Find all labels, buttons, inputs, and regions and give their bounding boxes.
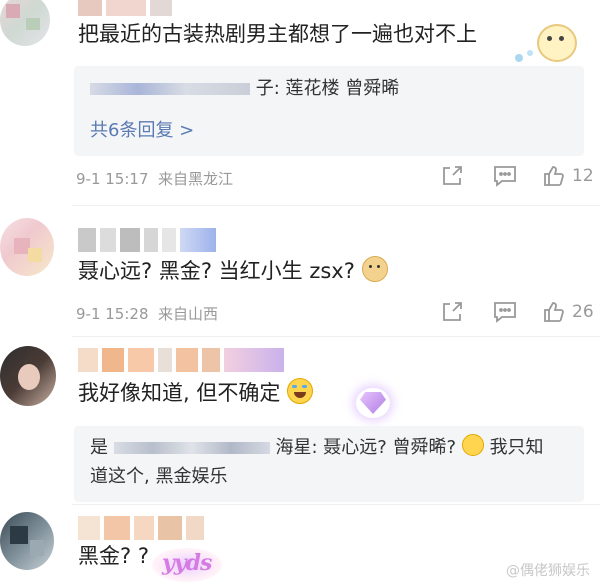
doge-emoji	[361, 256, 388, 282]
username[interactable]	[78, 228, 216, 252]
comment-button[interactable]	[492, 164, 518, 188]
badge-icon	[356, 388, 390, 418]
watermark: @偶佬狮娱乐	[506, 563, 590, 579]
like-count: 26	[572, 302, 594, 322]
comment-text: 把最近的古装热剧男主都想了一遍也对不上	[78, 22, 477, 46]
comment-meta: 9-1 15:17 来自黑龙江	[76, 170, 234, 188]
comment-text: 我好像知道, 但不确定	[78, 378, 314, 407]
comment-button[interactable]	[492, 300, 518, 324]
share-button[interactable]	[440, 164, 464, 188]
yyds-sticker: yyds	[152, 548, 222, 582]
comment-meta: 9-1 15:28 来自山西	[76, 305, 219, 323]
thumbs-up-icon	[544, 302, 564, 322]
thinking-emoji	[461, 434, 484, 456]
sticker-decoration	[515, 20, 587, 64]
more-replies-link[interactable]: 共6条回复 >	[90, 116, 194, 142]
comment-text: 聂心远? 黑金? 当红小生 zsx?	[78, 256, 388, 285]
username[interactable]	[78, 516, 204, 540]
avatar[interactable]	[0, 346, 56, 406]
thumbs-up-icon	[544, 166, 564, 186]
divider	[72, 336, 600, 337]
reply-line: 子: 莲花楼 曾舜晞	[90, 76, 399, 102]
reply-line: 道这个, 黑金娱乐	[90, 466, 228, 487]
username[interactable]	[78, 0, 172, 16]
comment-icon	[494, 302, 516, 323]
share-button[interactable]	[440, 300, 464, 324]
share-icon	[443, 302, 462, 321]
like-count: 12	[572, 166, 594, 186]
comment-icon	[494, 166, 516, 187]
like-button[interactable]: 26	[542, 300, 594, 324]
reply-box[interactable]: 是 海星: 聂心远? 曾舜晞? 我只知 道这个, 黑金娱乐	[74, 426, 584, 502]
username[interactable]	[78, 348, 284, 372]
avatar[interactable]	[0, 218, 54, 276]
laughing-crying-emoji	[287, 378, 314, 404]
reply-line: 是 海星: 聂心远? 曾舜晞? 我只知	[90, 434, 544, 461]
divider	[72, 504, 600, 505]
avatar[interactable]	[0, 512, 54, 570]
avatar[interactable]	[0, 0, 50, 46]
like-button[interactable]: 12	[542, 164, 594, 188]
reply-author-blurred	[90, 83, 250, 95]
share-icon	[443, 166, 462, 185]
comment-text: 黑金? ?	[78, 544, 149, 568]
reply-author-blurred	[113, 442, 270, 454]
reply-box[interactable]: 子: 莲花楼 曾舜晞 共6条回复 >	[74, 66, 584, 156]
divider	[72, 205, 600, 206]
